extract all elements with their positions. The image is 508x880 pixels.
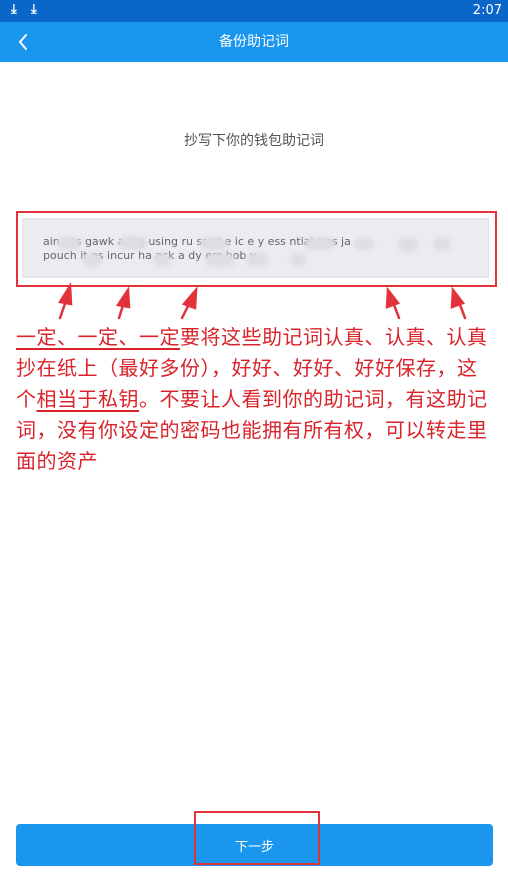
download-icon: ⤓ — [11, 2, 17, 17]
redaction-blur — [433, 237, 451, 251]
page-title: 备份助记词 — [219, 34, 289, 50]
next-step-button[interactable]: 下一步 — [16, 824, 493, 866]
annotation-emphasis-private-key: 相当于私钥 — [36, 387, 139, 411]
redaction-blur — [398, 238, 418, 252]
status-time: 2:07 — [472, 3, 502, 18]
redaction-blur — [153, 253, 171, 267]
download-icon: ⤓ — [31, 2, 37, 17]
annotation-emphasis: 一定、一定、一定 — [16, 325, 180, 349]
redaction-blur — [246, 253, 268, 266]
redaction-blur — [290, 253, 306, 266]
redaction-blur — [305, 237, 335, 250]
redaction-blur — [118, 236, 148, 250]
redaction-blur — [353, 238, 375, 250]
app-bar: 备份助记词 — [0, 22, 508, 62]
redaction-blur — [82, 253, 102, 267]
redaction-blur — [205, 253, 235, 267]
warning-annotation: 一定、一定、一定要将这些助记词认真、认真、认真抄在纸上（最好多份），好好、好好、… — [16, 322, 496, 477]
redaction-blur — [200, 237, 228, 250]
instruction-text: 抄写下你的钱包助记词 — [184, 133, 324, 149]
redaction-blur — [57, 236, 81, 250]
status-bar: ⤓ ⤓ 2:07 — [0, 0, 508, 22]
mnemonic-box: ain ses gawk a ing using ru ss vi e ic e… — [22, 218, 489, 278]
